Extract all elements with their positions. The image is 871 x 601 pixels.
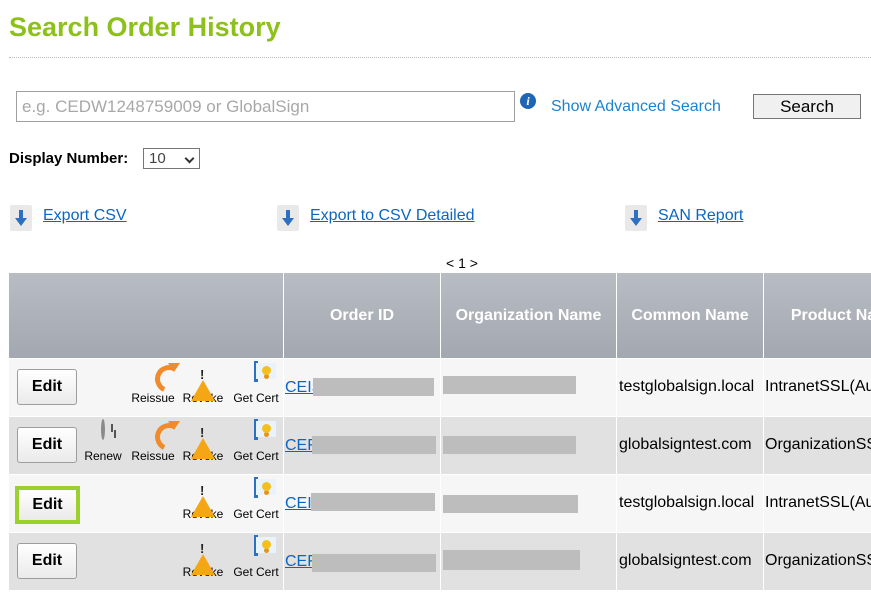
header-order-id[interactable]: Order ID [283,273,440,358]
warning-icon [191,363,215,401]
san-report-link[interactable]: SAN Report [658,207,743,225]
download-icon [625,205,647,231]
revoke-action[interactable]: Revoke [177,363,229,405]
table-row: Edit Reissue Revoke Get Cert CEIS testgl… [9,358,871,416]
redacted-organization-name [443,550,580,570]
display-number-value: 10 [149,150,166,167]
common-name-cell: globalsigntest.com [619,552,752,569]
redacted-order-id [312,554,436,572]
renew-label: Renew [84,449,122,463]
show-advanced-search-link[interactable]: Show Advanced Search [551,98,721,116]
table-header: Order ID Organization Name Common Name P… [9,273,871,358]
chevron-down-icon [184,153,195,164]
redacted-order-id [311,493,435,511]
warning-icon [191,537,215,575]
edit-button-highlighted[interactable]: Edit [15,486,80,524]
title-divider [9,57,871,58]
header-organization-name[interactable]: Organization Name [440,273,616,358]
clock-icon [101,419,105,440]
common-name-cell: testglobalsign.local [619,494,755,511]
get-cert-label: Get Cert [233,507,279,521]
edit-button[interactable]: Edit [17,369,77,405]
export-csv-detailed-link[interactable]: Export to CSV Detailed [310,207,475,225]
get-cert-action[interactable]: Get Cert [230,361,282,405]
product-cell: IntranetSSL(Au [765,494,871,511]
get-cert-label: Get Cert [233,565,279,579]
revoke-action[interactable]: Revoke [177,479,229,521]
reissue-label: Reissue [131,391,175,405]
display-number-select[interactable]: 10 [143,148,200,169]
search-input[interactable] [16,91,515,122]
product-cell: OrganizationSS [765,436,871,453]
order-id-link[interactable]: CEI [285,495,312,513]
redacted-order-id [313,378,434,396]
get-cert-label: Get Cert [233,391,279,405]
get-cert-action[interactable]: Get Cert [230,535,282,579]
certificate-icon [254,419,258,440]
certificate-icon [254,361,258,382]
warning-icon [191,479,215,517]
redacted-organization-name [443,376,576,394]
search-button[interactable]: Search [753,94,861,119]
table-row: Edit Renew Reissue Revoke Get Cert CEF g… [9,416,871,474]
reissue-action[interactable]: Reissue [127,363,179,405]
edit-button[interactable]: Edit [17,543,77,579]
table-row: Edit Revoke Get Cert CEF globalsigntest.… [9,532,871,590]
redacted-organization-name [443,436,576,454]
display-number-label: Display Number: [9,150,129,167]
export-csv-link[interactable]: Export CSV [43,207,127,225]
renew-action[interactable]: Renew [77,419,129,463]
certificate-icon [254,477,258,498]
info-icon[interactable]: i [520,93,536,109]
header-actions [9,273,283,358]
product-cell: IntranetSSL(Au [765,378,871,395]
get-cert-action[interactable]: Get Cert [230,477,282,521]
get-cert-action[interactable]: Get Cert [230,419,282,463]
reissue-label: Reissue [131,449,175,463]
page-title: Search Order History [9,12,281,42]
order-table: Order ID Organization Name Common Name P… [9,273,871,591]
common-name-cell: globalsigntest.com [619,436,752,453]
certificate-icon [254,535,258,556]
header-common-name[interactable]: Common Name [616,273,763,358]
download-icon [277,205,299,231]
warning-icon [191,421,215,459]
download-icon [10,205,32,231]
table-row: Edit Revoke Get Cert CEI testglobalsign.… [9,474,871,532]
header-product-name[interactable]: Product Na [763,273,871,358]
reissue-action[interactable]: Reissue [127,421,179,463]
redacted-order-id [312,436,436,454]
common-name-cell: testglobalsign.local [619,378,755,395]
edit-button[interactable]: Edit [17,427,77,463]
pagination[interactable]: < 1 > [446,255,478,271]
get-cert-label: Get Cert [233,449,279,463]
redacted-organization-name [443,495,578,513]
product-cell: OrganizationSS [765,552,871,569]
revoke-action[interactable]: Revoke [177,421,229,463]
revoke-action[interactable]: Revoke [177,537,229,579]
